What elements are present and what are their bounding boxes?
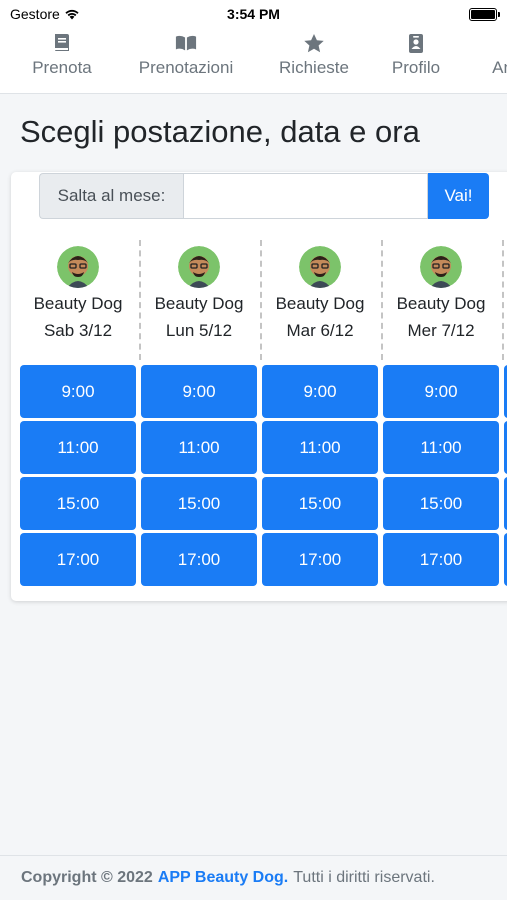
column-date: Mar 6/12 [286, 321, 354, 340]
column-header: Beauty Dog Sab 3/12 [20, 246, 136, 341]
time-slot-button[interactable]: 9:00 [20, 365, 136, 418]
footer: Copyright © 2022 APP Beauty Dog. Tutti i… [0, 855, 507, 900]
booking-card: Salta al mese: Vai! Beauty Dog Sab 3/12 … [11, 172, 507, 601]
column-header: Beauty Dog Mar 6/12 [262, 246, 378, 341]
nav-item-prenota[interactable]: Prenota [28, 32, 96, 78]
column-name: Beauty Dog [396, 294, 486, 313]
time-slot-button[interactable]: 9:00 [141, 365, 257, 418]
time-slot-button[interactable]: 17:00 [383, 533, 499, 586]
id-badge-icon [405, 32, 427, 54]
column-date: Lun 5/12 [165, 321, 233, 340]
open-book-icon [175, 32, 197, 54]
star-icon [303, 32, 325, 54]
time-slot-button[interactable]: 17:00 [141, 533, 257, 586]
wifi-icon [65, 9, 79, 20]
avatar [299, 246, 341, 288]
nav-label: Animali [492, 58, 507, 77]
time-slot-button[interactable]: 11:00 [141, 421, 257, 474]
nav-label: Prenotazioni [138, 58, 234, 77]
time-slot-button[interactable]: 11:00 [383, 421, 499, 474]
month-jump-label: Salta al mese: [39, 173, 183, 219]
column-header: Beauty Dog Mer 7/12 [383, 246, 499, 341]
schedule-column: Beauty Dog Mer 7/12 9:00 11:00 15:00 17:… [383, 238, 499, 598]
book-icon [51, 32, 73, 54]
footer-copyright: Copyright © 2022 [21, 869, 153, 886]
time-slot-button[interactable]: 11:00 [20, 421, 136, 474]
schedule-column: Beauty Dog Mar 6/12 9:00 11:00 15:00 17:… [262, 238, 378, 598]
carrier-label: Gestore [10, 6, 60, 22]
month-jump-input[interactable] [183, 173, 428, 219]
battery-icon [469, 7, 500, 21]
time-slot-button[interactable]: 9:00 [383, 365, 499, 418]
column-name: Beauty Dog [154, 294, 244, 313]
footer-brand-link[interactable]: APP Beauty Dog. [158, 869, 288, 887]
schedule-columns: Beauty Dog Sab 3/12 9:00 11:00 15:00 17:… [20, 238, 507, 598]
avatar [57, 246, 99, 288]
month-jump-button[interactable]: Vai! [428, 173, 489, 219]
avatar [178, 246, 220, 288]
avatar [420, 246, 462, 288]
nav-item-richieste[interactable]: Richieste [274, 32, 354, 78]
top-nav: Prenota Prenotazioni Richieste Profilo A… [0, 28, 507, 94]
column-divider [502, 240, 504, 360]
nav-item-profilo[interactable]: Profilo [386, 32, 446, 78]
time-slot-button[interactable]: 11:00 [262, 421, 378, 474]
time-slot-button[interactable]: 15:00 [383, 477, 499, 530]
time-slot-button[interactable]: 17:00 [262, 533, 378, 586]
nav-label: Profilo [391, 58, 441, 77]
time-slot-button[interactable]: 15:00 [141, 477, 257, 530]
status-left: Gestore [10, 6, 80, 22]
schedule-column: Beauty Dog Sab 3/12 9:00 11:00 15:00 17:… [20, 238, 136, 598]
month-jump-group: Salta al mese: Vai! [39, 173, 489, 219]
column-name: Beauty Dog [33, 294, 123, 313]
column-name: Beauty Dog [275, 294, 365, 313]
time-slot-button[interactable]: 9:00 [262, 365, 378, 418]
nav-item-prenotazioni[interactable]: Prenotazioni [132, 32, 240, 78]
time-slot-button[interactable]: 15:00 [20, 477, 136, 530]
page-title: Scegli postazione, data e ora [20, 114, 420, 149]
column-date: Mer 7/12 [407, 321, 475, 340]
nav-label: Richieste [279, 58, 349, 77]
time-slot-button[interactable]: 15:00 [262, 477, 378, 530]
footer-rights: Tutti i diritti riservati. [293, 869, 435, 886]
nav-label: Prenota [32, 58, 92, 77]
nav-item-animali[interactable]: Animali [480, 32, 507, 78]
column-date: Sab 3/12 [43, 321, 113, 340]
schedule-column: Beauty Dog Lun 5/12 9:00 11:00 15:00 17:… [141, 238, 257, 598]
status-bar: Gestore 3:54 PM [0, 0, 507, 28]
column-header: Beauty Dog Lun 5/12 [141, 246, 257, 341]
time-slot-button[interactable]: 17:00 [20, 533, 136, 586]
